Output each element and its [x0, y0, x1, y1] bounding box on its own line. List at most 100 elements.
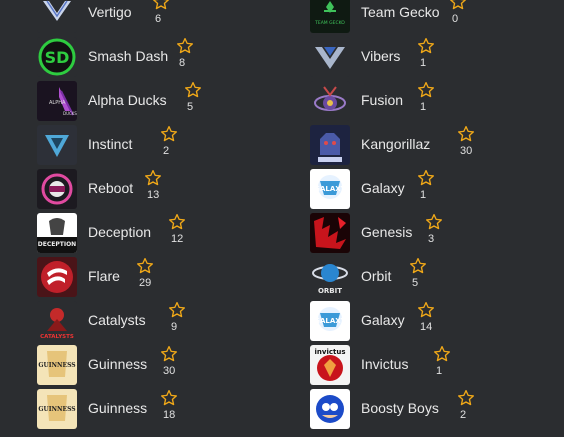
favorite-count: 1: [420, 101, 427, 113]
team-name: Vertigo: [88, 4, 132, 20]
team-row[interactable]: GUINNESS Guinness 30: [37, 345, 297, 385]
team-row[interactable]: GUINNESS Guinness 18: [37, 389, 297, 429]
guinness-logo: GUINNESS: [37, 345, 77, 385]
team-name: Catalysts: [88, 312, 146, 328]
favorite-count: 2: [163, 145, 170, 157]
star-icon[interactable]: [160, 345, 178, 363]
star-icon[interactable]: [457, 125, 475, 143]
star-icon[interactable]: [417, 81, 435, 99]
team-row[interactable]: Vibers 1: [310, 37, 564, 77]
favorite-count: 5: [412, 277, 419, 289]
favorite-count: 18: [163, 409, 176, 421]
svg-text:GUINNESS: GUINNESS: [38, 362, 75, 369]
galaxy-logo: GALAXY: [310, 301, 350, 341]
team-name: Instinct: [88, 136, 133, 152]
flare-logo: [37, 257, 77, 297]
svg-text:ORBIT: ORBIT: [318, 287, 342, 295]
favorite-count: 8: [179, 57, 186, 69]
star-icon[interactable]: [184, 81, 202, 99]
team-name: Reboot: [88, 180, 134, 196]
star-icon[interactable]: [152, 0, 170, 11]
team-name: Invictus: [361, 356, 409, 372]
team-name: Kangorillaz: [361, 136, 431, 152]
svg-text:DECEPTION: DECEPTION: [38, 241, 76, 248]
favorite-count: 12: [171, 233, 184, 245]
team-row[interactable]: SD Smash Dash 8: [37, 37, 297, 77]
team-row[interactable]: ORBIT Orbit 5: [310, 257, 564, 297]
svg-text:CATALYSTS: CATALYSTS: [40, 334, 74, 340]
vibers-logo: [310, 37, 350, 77]
team-name: Galaxy: [361, 180, 405, 196]
team-row[interactable]: Flare 29: [37, 257, 297, 297]
favorite-count: 1: [436, 365, 443, 377]
team-name: Vibers: [361, 48, 401, 64]
team-row[interactable]: Fusion 1: [310, 81, 564, 121]
reboot-logo: [37, 169, 77, 209]
svg-text:GALAXY: GALAXY: [314, 317, 346, 325]
favorite-count: 30: [163, 365, 176, 377]
star-icon[interactable]: [144, 169, 162, 187]
favorite-count: 1: [420, 189, 427, 201]
star-icon[interactable]: [457, 389, 475, 407]
favorite-count: 5: [187, 101, 194, 113]
team-name: Genesis: [361, 224, 413, 240]
team-name: Boosty Boys: [361, 400, 439, 416]
star-icon[interactable]: [168, 301, 186, 319]
boosty-boys-logo: [310, 389, 350, 429]
svg-text:ALPHA: ALPHA: [49, 100, 66, 106]
galaxy-logo: GALAXY: [310, 169, 350, 209]
alpha-ducks-logo: ALPHA DUCKS: [37, 81, 77, 121]
team-row[interactable]: Genesis 3: [310, 213, 564, 253]
genesis-logo: [310, 213, 350, 253]
guinness-logo: GUINNESS: [37, 389, 77, 429]
favorite-count: 13: [147, 189, 160, 201]
star-icon[interactable]: [417, 169, 435, 187]
team-row[interactable]: TEAM GECKO Team Gecko 0: [310, 0, 564, 33]
star-icon[interactable]: [176, 37, 194, 55]
svg-text:SD: SD: [45, 48, 70, 67]
team-row[interactable]: invictus Invictus 1: [310, 345, 564, 385]
favorite-count: 9: [171, 321, 178, 333]
star-icon[interactable]: [136, 257, 154, 275]
svg-text:invictus: invictus: [315, 348, 346, 356]
team-gecko-logo: TEAM GECKO: [310, 0, 350, 33]
team-row[interactable]: CATALYSTS Catalysts 9: [37, 301, 297, 341]
team-row[interactable]: Reboot 13: [37, 169, 297, 209]
star-icon[interactable]: [160, 125, 178, 143]
invictus-logo: invictus: [310, 345, 350, 385]
star-icon[interactable]: [449, 0, 467, 11]
team-row[interactable]: Boosty Boys 2: [310, 389, 564, 429]
team-row[interactable]: DECEPTION Deception 12: [37, 213, 297, 253]
favorite-count: 14: [420, 321, 433, 333]
favorite-count: 0: [452, 13, 459, 25]
smash-dash-logo: SD: [37, 37, 77, 77]
star-icon[interactable]: [417, 301, 435, 319]
instinct-logo: [37, 125, 77, 165]
team-row[interactable]: Instinct 2: [37, 125, 297, 165]
team-name: Alpha Ducks: [88, 92, 167, 108]
favorite-count: 30: [460, 145, 473, 157]
team-row[interactable]: GALAXY Galaxy 1: [310, 169, 564, 209]
star-icon[interactable]: [168, 213, 186, 231]
favorite-count: 3: [428, 233, 435, 245]
favorite-count: 29: [139, 277, 152, 289]
star-icon[interactable]: [433, 345, 451, 363]
vertigo-logo: [37, 0, 77, 33]
star-icon[interactable]: [409, 257, 427, 275]
team-name: Flare: [88, 268, 120, 284]
star-icon[interactable]: [425, 213, 443, 231]
team-name: Deception: [88, 224, 152, 240]
team-row[interactable]: GALAXY Galaxy 14: [310, 301, 564, 341]
favorite-count: 1: [420, 57, 427, 69]
star-icon[interactable]: [160, 389, 178, 407]
team-row[interactable]: Kangorillaz 30: [310, 125, 564, 165]
orbit-logo: ORBIT: [310, 257, 350, 297]
catalysts-logo: CATALYSTS: [37, 301, 77, 341]
team-list: Vertigo 6 SD Smash Dash 8 ALPHA DUCKS Alpha Duc…: [0, 0, 564, 437]
team-name: Fusion: [361, 92, 404, 108]
team-row[interactable]: ALPHA DUCKS Alpha Ducks 5: [37, 81, 297, 121]
team-name: Galaxy: [361, 312, 405, 328]
team-row[interactable]: Vertigo 6: [37, 0, 297, 33]
star-icon[interactable]: [417, 37, 435, 55]
fusion-logo: [310, 81, 350, 121]
